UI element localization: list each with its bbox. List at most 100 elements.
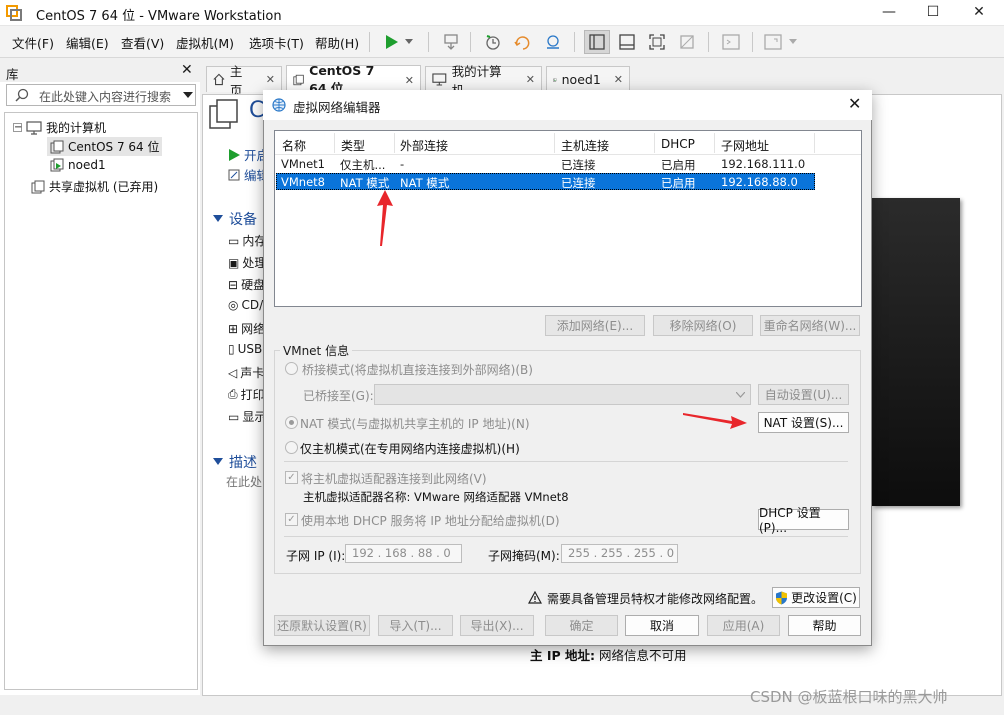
bridge-mode-radio[interactable] <box>285 362 298 375</box>
chevron-down-icon[interactable] <box>183 92 193 98</box>
snapshot-manager-icon[interactable] <box>540 30 566 54</box>
restore-defaults-button[interactable]: 还原默认设置(R) <box>274 615 370 636</box>
play-dropdown-icon[interactable] <box>401 30 417 54</box>
bridged-to-select[interactable] <box>374 384 751 405</box>
tree-item-noed1[interactable]: noed1 <box>50 158 106 172</box>
tab-close-icon[interactable]: ✕ <box>405 74 414 87</box>
home-icon <box>213 73 225 86</box>
menu-view[interactable]: 查看(V) <box>121 33 164 52</box>
tab-close-icon[interactable]: ✕ <box>526 73 535 86</box>
import-button[interactable]: 导入(T)... <box>378 615 453 636</box>
toolbar-separator <box>470 32 471 52</box>
column-header-name[interactable]: 名称 <box>282 137 306 154</box>
devices-section-header[interactable]: 设备 <box>213 209 257 229</box>
cancel-button[interactable]: 取消 <box>625 615 699 636</box>
rename-network-button[interactable]: 重命名网络(W)... <box>760 315 860 336</box>
stretch-icon[interactable] <box>760 30 786 54</box>
connect-adapter-checkbox[interactable]: ✓ <box>285 471 298 484</box>
column-header-external[interactable]: 外部连接 <box>400 137 448 154</box>
maximize-button[interactable]: ☐ <box>910 0 956 26</box>
device-display[interactable]: ▭ 显示 <box>228 408 266 425</box>
unity-icon[interactable] <box>674 30 700 54</box>
library-close-button[interactable]: ✕ <box>181 62 193 78</box>
help-button[interactable]: 帮助 <box>788 615 861 636</box>
group-divider <box>284 461 848 462</box>
send-keys-icon[interactable] <box>438 30 464 54</box>
tab-noed1[interactable]: noed1 ✕ <box>546 66 630 92</box>
console-icon[interactable] <box>718 30 744 54</box>
cell-name: VMnet8 <box>281 175 325 189</box>
subnet-ip-field[interactable]: 192 . 168 . 88 . 0 <box>345 544 462 563</box>
remove-network-button[interactable]: 移除网络(O) <box>653 315 753 336</box>
menu-file[interactable]: 文件(F) <box>12 33 54 52</box>
tab-my-computer[interactable]: 我的计算机 ✕ <box>425 64 542 98</box>
search-icon <box>15 88 29 102</box>
device-memory[interactable]: ▭ 内存 <box>228 232 266 249</box>
thumbnail-view-icon[interactable] <box>614 30 640 54</box>
add-network-button[interactable]: 添加网络(E)... <box>545 315 645 336</box>
stretch-dropdown-icon[interactable] <box>786 30 800 54</box>
tree-item-centos[interactable]: CentOS 7 64 位 <box>47 137 163 156</box>
device-label: 网络 <box>241 322 266 336</box>
cell-name: VMnet1 <box>281 157 325 171</box>
ok-button[interactable]: 确定 <box>545 615 618 636</box>
column-header-dhcp[interactable]: DHCP <box>661 137 695 151</box>
dialog-title-bar: 虚拟网络编辑器 ✕ <box>263 90 872 120</box>
column-header-subnet[interactable]: 子网地址 <box>721 137 769 154</box>
collapse-icon[interactable]: − <box>13 123 22 133</box>
description-title: 描述 <box>229 455 257 471</box>
host-only-radio[interactable] <box>285 441 298 454</box>
monitor-icon: ▭ <box>228 409 240 424</box>
device-cd[interactable]: ◎ CD/ <box>228 298 263 312</box>
device-network[interactable]: ⊞ 网络 <box>228 320 265 337</box>
subnet-mask-field[interactable]: 255 . 255 . 255 . 0 <box>561 544 678 563</box>
library-search-input[interactable]: 在此处键入内容进行搜索 <box>6 84 196 106</box>
cell-subnet: 192.168.111.0 <box>721 157 806 171</box>
tab-home[interactable]: 主页 ✕ <box>206 64 282 98</box>
tree-item-shared-vms[interactable]: 共享虚拟机 (已弃用) <box>31 178 158 195</box>
bridge-mode-label: 桥接模式(将虚拟机直接连接到外部网络)(B) <box>302 363 533 377</box>
column-separator <box>554 133 555 153</box>
device-sound[interactable]: ◁ 声卡 <box>228 364 264 381</box>
auto-settings-button[interactable]: 自动设置(U)... <box>758 384 849 405</box>
vm-screen-preview[interactable] <box>872 198 960 506</box>
device-usb[interactable]: ▯ USB <box>228 342 262 356</box>
device-processor[interactable]: ▣ 处理 <box>228 254 266 271</box>
device-disk[interactable]: ⊟ 硬盘 <box>228 276 265 293</box>
table-row[interactable]: VMnet1 仅主机... - 已连接 已启用 192.168.111.0 <box>276 156 815 173</box>
device-label: CD/ <box>241 298 264 312</box>
minimize-button[interactable]: — <box>866 0 912 26</box>
table-row[interactable]: VMnet8 NAT 模式 NAT 模式 已连接 已启用 192.168.88.… <box>276 173 815 190</box>
play-icon <box>229 148 240 161</box>
close-window-button[interactable]: ✕ <box>956 0 1002 26</box>
tree-label: 共享虚拟机 (已弃用) <box>49 180 159 194</box>
column-header-host[interactable]: 主机连接 <box>561 137 609 154</box>
vm-large-icon <box>209 99 238 129</box>
device-printer[interactable]: ⎙ 打印 <box>228 386 265 403</box>
menu-tabs[interactable]: 选项卡(T) <box>249 33 304 52</box>
description-section-header[interactable]: 描述 <box>213 452 257 472</box>
library-view-icon[interactable] <box>584 30 610 54</box>
menu-help[interactable]: 帮助(H) <box>315 33 359 52</box>
apply-button[interactable]: 应用(A) <box>707 615 780 636</box>
device-label: 打印 <box>240 388 265 402</box>
tab-close-icon[interactable]: ✕ <box>266 73 275 86</box>
snapshot-icon[interactable] <box>480 30 506 54</box>
menu-vm[interactable]: 虚拟机(M) <box>176 33 234 52</box>
nat-settings-button[interactable]: NAT 设置(S)... <box>758 412 849 433</box>
revert-snapshot-icon[interactable] <box>510 30 536 54</box>
dhcp-settings-button[interactable]: DHCP 设置(P)... <box>758 506 849 535</box>
fullscreen-icon[interactable] <box>644 30 670 54</box>
nat-mode-radio[interactable] <box>285 416 298 429</box>
cell-type: NAT 模式 <box>340 176 390 190</box>
column-header-type[interactable]: 类型 <box>341 137 365 154</box>
dialog-close-button[interactable]: ✕ <box>848 94 861 113</box>
use-dhcp-checkbox[interactable]: ✓ <box>285 513 298 526</box>
menu-edit[interactable]: 编辑(E) <box>66 33 109 52</box>
export-button[interactable]: 导出(X)... <box>460 615 534 636</box>
change-settings-button[interactable]: 更改设置(C) <box>772 587 860 608</box>
search-placeholder: 在此处键入内容进行搜索 <box>39 90 172 104</box>
tree-item-my-computer[interactable]: − 我的计算机 <box>13 119 106 136</box>
cell-type: 仅主机... <box>340 158 386 172</box>
tab-close-icon[interactable]: ✕ <box>614 73 623 86</box>
